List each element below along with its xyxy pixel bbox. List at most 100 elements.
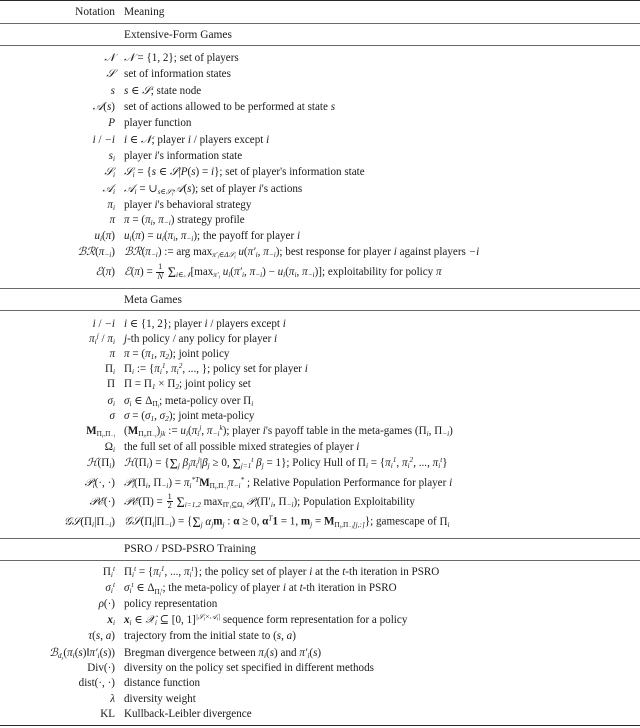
table-row: xi xi ∈ 𝒳i ⊆ [0, 1]|𝒮i×𝒜i| sequence form… bbox=[0, 612, 640, 629]
section-title-meta-games: Meta Games bbox=[124, 293, 182, 306]
notation-cell: ℬds(πi(s)‖π′i(s)) bbox=[49, 646, 115, 662]
meaning-cell: trajectory from the initial state to (s,… bbox=[124, 630, 296, 643]
meaning-cell: Πi := {πi1, πi2, ..., }; policy set for … bbox=[124, 361, 308, 377]
notation-cell: Π bbox=[106, 378, 115, 391]
meaning-cell: diversity on the policy set specified in… bbox=[124, 662, 374, 675]
notation-cell: ℋ(Πi) bbox=[86, 457, 115, 471]
meaning-cell: 𝒜i = ∪s∈𝒮i𝒜(s); set of player i's action… bbox=[124, 183, 303, 198]
notation-table-page: Notation Meaning Extensive-Form Games 𝒩 … bbox=[0, 0, 640, 728]
notation-table: Notation Meaning Extensive-Form Games 𝒩 … bbox=[0, 0, 640, 727]
notation-cell: i / −i bbox=[92, 133, 115, 146]
notation-cell: xi bbox=[107, 614, 115, 628]
meaning-cell: 𝒢𝒮(Πi|Π−i) = {Σj αjmj : α ≥ 0, αT1 = 1, … bbox=[124, 513, 450, 532]
meaning-cell: ℰ(π) = 1N Σi∈𝒩[maxπ′i ui(π′i, π−i) − ui(… bbox=[124, 262, 442, 282]
table-row: π π = (πi, π−i) strategy profile bbox=[0, 213, 640, 228]
table-row: 𝒢𝒮(Πi|Π−i) 𝒢𝒮(Πi|Π−i) = {Σj αjmj : α ≥ 0… bbox=[0, 514, 640, 534]
notation-cell: σ bbox=[109, 410, 115, 423]
table-row: λ diversity weight bbox=[0, 691, 640, 706]
table-row: ℋ(Πi) ℋ(Πi) = {Σj βjπij|βj ≥ 0, Σj=1t βj… bbox=[0, 454, 640, 474]
meaning-cell: distance function bbox=[124, 677, 201, 690]
section-title-row-meta-games: Meta Games bbox=[0, 289, 640, 311]
section-title-extensive-form-games: Extensive-Form Games bbox=[124, 28, 232, 41]
table-row: 𝒮i 𝒮i = {s ∈ 𝒮|P(s) = i}; set of player'… bbox=[0, 163, 640, 180]
table-row: 𝒜(s) set of actions allowed to be perfor… bbox=[0, 100, 640, 116]
section-title-spacer bbox=[0, 289, 124, 311]
table-row: σi σi ∈ ΔΠi; meta-policy over Πi bbox=[0, 392, 640, 409]
table-row: πi player i's behavioral strategy bbox=[0, 198, 640, 213]
meaning-cell: σ = (σ1, σ2); joint meta-policy bbox=[124, 410, 255, 424]
table-row: si player i's information state bbox=[0, 148, 640, 163]
table-row: Πi Πi := {πi1, πi2, ..., }; policy set f… bbox=[0, 362, 640, 377]
meaning-cell: the full set of all possible mixed strat… bbox=[124, 440, 360, 453]
notation-cell: 𝒫i(·, ·) bbox=[84, 476, 115, 490]
meaning-cell: Kullback-Leibler divergence bbox=[124, 707, 252, 720]
notation-cell: MΠi,Π−i bbox=[86, 425, 115, 440]
table-row: 𝒫i(·, ·) 𝒫i(Πi, Π−i) = πi*TMΠi,Π−iπ−i* ;… bbox=[0, 475, 640, 491]
meaning-cell: set of information states bbox=[124, 67, 231, 80]
meaning-cell: policy representation bbox=[124, 598, 218, 611]
meaning-cell: player function bbox=[124, 117, 192, 130]
notation-cell: Div(·) bbox=[87, 662, 115, 675]
table-header-row: Notation Meaning bbox=[0, 1, 640, 24]
meaning-cell: 𝒩 = {1, 2}; set of players bbox=[124, 51, 239, 64]
meaning-cell: xi ∈ 𝒳i ⊆ [0, 1]|𝒮i×𝒜i| sequence form re… bbox=[124, 612, 408, 628]
notation-cell: ρ(·) bbox=[98, 598, 115, 611]
notation-cell: s bbox=[110, 84, 115, 97]
meaning-cell: ℬℛ(π−i) := arg maxπ′i∈Δ𝒮i u(π′i, π−i); b… bbox=[124, 245, 480, 261]
notation-cell: λ bbox=[110, 692, 115, 705]
notation-cell: P bbox=[108, 117, 115, 130]
section-title-spacer bbox=[0, 24, 124, 46]
notation-cell: π bbox=[109, 347, 115, 360]
notation-cell: ℰ(π) bbox=[95, 266, 115, 279]
section-title-row-extensive-form-games: Extensive-Form Games bbox=[0, 24, 640, 46]
notation-cell: 𝒫ℰ(·) bbox=[89, 495, 115, 508]
meaning-cell: player i's information state bbox=[124, 149, 243, 162]
section-title-row-psro-training: PSRO / PSD-PSRO Training bbox=[0, 539, 640, 561]
table-row: MΠi,Π−i (MΠi,Π−i)jk := ui(πij, π−ik); pl… bbox=[0, 424, 640, 440]
table-row: ui(π) ui(π) = ui(πi, π−i); the payoff fo… bbox=[0, 228, 640, 243]
meaning-cell: set of actions allowed to be performed a… bbox=[124, 101, 336, 114]
notation-cell: si bbox=[108, 149, 115, 163]
notation-cell: σi bbox=[107, 394, 115, 408]
meaning-cell: σit ∈ ΔΠit; the meta-policy of player i … bbox=[124, 580, 397, 597]
table-bottom-rule bbox=[0, 725, 640, 727]
column-header-notation: Notation bbox=[75, 6, 115, 18]
table-row: τ(s, a) trajectory from the initial stat… bbox=[0, 629, 640, 644]
table-row: ρ(·) policy representation bbox=[0, 596, 640, 611]
table-row: σ σ = (σ1, σ2); joint meta-policy bbox=[0, 409, 640, 424]
notation-cell: 𝒮 bbox=[106, 67, 115, 80]
meaning-cell: 𝒫i(Πi, Π−i) = πi*TMΠi,Π−iπ−i* ; Relative… bbox=[124, 474, 453, 491]
table-row: Π Π = Π1 × Π2; joint policy set bbox=[0, 377, 640, 392]
notation-cell: πi bbox=[107, 199, 115, 213]
table-row: π π = (π1, π2); joint policy bbox=[0, 346, 640, 361]
meaning-cell: π = (π1, π2); joint policy bbox=[124, 347, 230, 362]
notation-cell: 𝒩 bbox=[104, 51, 115, 64]
notation-cell: Ωi bbox=[104, 440, 115, 454]
table-row: dist(·, ·) distance function bbox=[0, 676, 640, 691]
notation-cell: 𝒜(s) bbox=[92, 101, 115, 114]
notation-cell: π bbox=[109, 214, 115, 227]
table-row: 𝒜i 𝒜i = ∪s∈𝒮i𝒜(s); set of player i's act… bbox=[0, 181, 640, 198]
notation-cell: τ(s, a) bbox=[88, 630, 115, 643]
notation-cell: ℬℛ(π−i) bbox=[77, 245, 115, 259]
notation-cell: 𝒢𝒮(Πi|Π−i) bbox=[63, 515, 115, 529]
section-title-psro-training: PSRO / PSD-PSRO Training bbox=[124, 543, 256, 556]
meaning-cell: σi ∈ ΔΠi; meta-policy over Πi bbox=[124, 394, 254, 409]
meaning-cell: Πit = {πi1, ..., πit}; the policy set of… bbox=[124, 564, 440, 580]
meaning-cell: i ∈ {1, 2}; player i / players except i bbox=[124, 317, 286, 330]
table-row: Div(·) diversity on the policy set speci… bbox=[0, 661, 640, 676]
notation-cell: ui(π) bbox=[94, 229, 115, 243]
notation-cell: Πit bbox=[102, 564, 115, 580]
meaning-cell: Π = Π1 × Π2; joint policy set bbox=[124, 378, 251, 392]
table-row: KL Kullback-Leibler divergence bbox=[0, 706, 640, 721]
table-row: ℰ(π) ℰ(π) = 1N Σi∈𝒩[maxπ′i ui(π′i, π−i) … bbox=[0, 262, 640, 284]
notation-cell: Πi bbox=[104, 363, 115, 377]
notation-cell: σit bbox=[105, 580, 115, 596]
table-row: Ωi the full set of all possible mixed st… bbox=[0, 439, 640, 454]
table-row: ℬℛ(π−i) ℬℛ(π−i) := arg maxπ′i∈Δ𝒮i u(π′i,… bbox=[0, 243, 640, 261]
section-title-spacer bbox=[0, 539, 124, 561]
notation-cell: 𝒮i bbox=[104, 165, 115, 179]
meaning-cell: player i's behavioral strategy bbox=[124, 199, 252, 212]
notation-cell: dist(·, ·) bbox=[78, 677, 115, 690]
table-row: i / −i i ∈ {1, 2}; player i / players ex… bbox=[0, 315, 640, 331]
